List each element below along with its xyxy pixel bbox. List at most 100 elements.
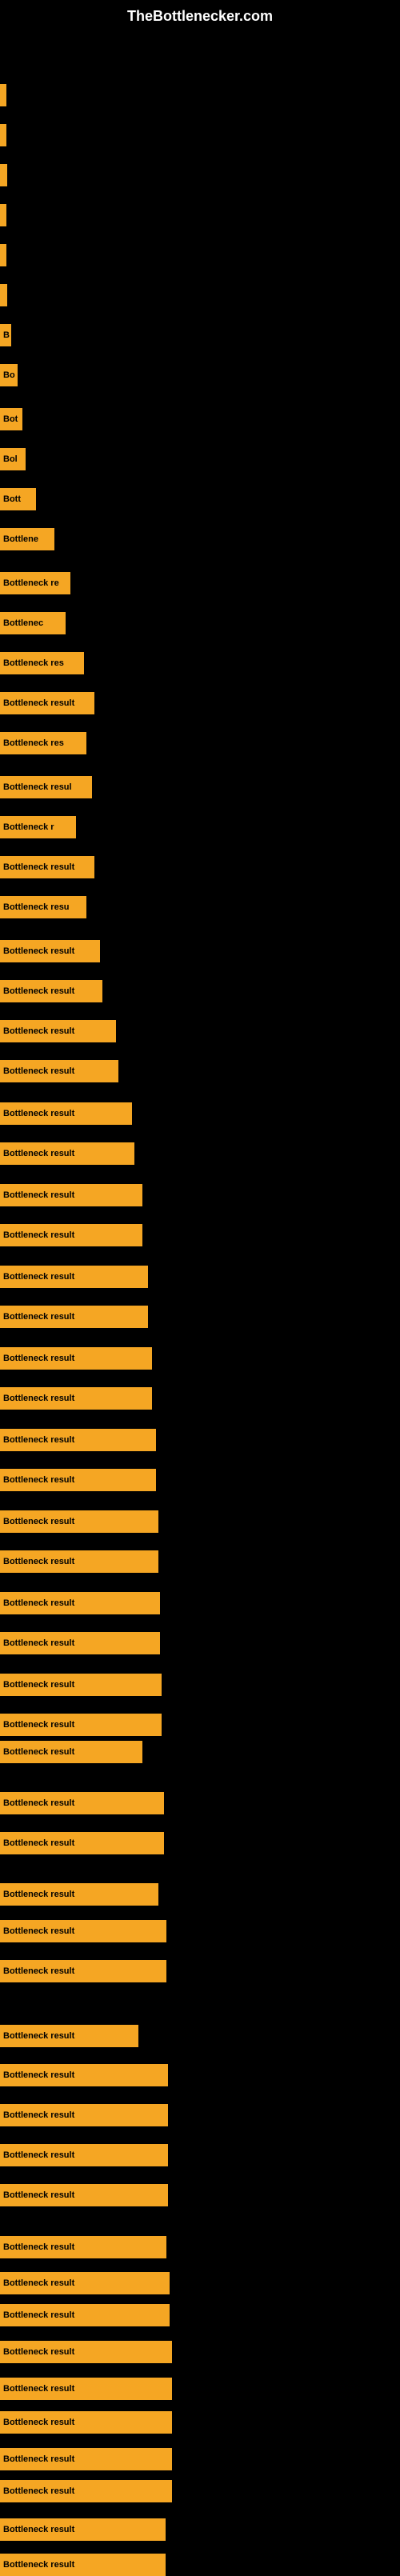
bar-item: Bottleneck result (0, 2304, 170, 2326)
bar-item: Bottleneck res (0, 732, 86, 754)
result-bar: Bottleneck result (0, 2411, 172, 2434)
result-bar: Bottleneck result (0, 2236, 166, 2258)
bar-item: Bottleneck result (0, 2518, 166, 2541)
result-bar: Bottleneck result (0, 1920, 166, 1942)
bar-item: Bottleneck resul (0, 776, 92, 798)
result-bar: Bottleneck result (0, 2448, 172, 2470)
bar-item: Bol (0, 448, 26, 470)
bar-item: Bottleneck r (0, 816, 76, 838)
bar-item: Bottleneck result (0, 1592, 160, 1614)
bar-item (0, 124, 6, 146)
result-bar: Bottleneck result (0, 1469, 156, 1491)
bar-item: Bottleneck result (0, 1469, 156, 1491)
bar-item: Bottleneck result (0, 1387, 152, 1410)
bar-item: Bottleneck result (0, 2025, 138, 2047)
result-bar: Bott (0, 488, 36, 510)
result-bar: Bottleneck result (0, 1266, 148, 1288)
bar-item: Bottleneck result (0, 2064, 168, 2086)
result-bar: Bottleneck res (0, 652, 84, 674)
bar-item: Bottleneck result (0, 2378, 172, 2400)
bar-item: Bottleneck result (0, 980, 102, 1002)
bar-item: Bottleneck result (0, 1060, 118, 1082)
bar-item: Bottleneck result (0, 1142, 134, 1165)
bar-item: Bottleneck result (0, 2448, 172, 2470)
result-bar: Bottleneck result (0, 2144, 168, 2166)
result-bar: Bottleneck result (0, 980, 102, 1002)
bar-item: Bottleneck res (0, 652, 84, 674)
bar-item: Bot (0, 408, 22, 430)
result-bar: Bottleneck result (0, 1550, 158, 1573)
result-bar: Bottleneck result (0, 856, 94, 878)
result-bar: Bottleneck re (0, 572, 70, 594)
bar-item: Bottleneck result (0, 2272, 170, 2294)
result-bar: Bottleneck result (0, 1592, 160, 1614)
result-bar: Bottleneck result (0, 2341, 172, 2363)
bar-item: Bottleneck result (0, 692, 94, 714)
result-bar: Bottleneck result (0, 1741, 142, 1763)
result-bar: Bottleneck result (0, 692, 94, 714)
result-bar: Bottleneck result (0, 2064, 168, 2086)
bar-item: Bottleneck result (0, 1741, 142, 1763)
bar-item: Bottleneck result (0, 2554, 166, 2576)
bar-item: Bottleneck result (0, 1510, 158, 1533)
bar-item (0, 244, 6, 266)
bar-item: Bottleneck result (0, 1832, 164, 1854)
bar-item: Bottleneck result (0, 1883, 158, 1906)
result-bar: Bottleneck result (0, 1060, 118, 1082)
result-bar: Bottleneck result (0, 2184, 168, 2206)
result-bar: Bottleneck result (0, 1632, 160, 1654)
bar-item: Bottleneck result (0, 2104, 168, 2126)
bar-item: Bottleneck result (0, 1224, 142, 1246)
bar-item: Bottleneck result (0, 1306, 148, 1328)
bar-item: Bottleneck result (0, 1550, 158, 1573)
bar-item: Bottleneck result (0, 1792, 164, 1814)
result-bar: Bottleneck resu (0, 896, 86, 918)
bar-item (0, 284, 7, 306)
bar-item: Bottlene (0, 528, 54, 550)
bar-item: Bottleneck resu (0, 896, 86, 918)
result-bar (0, 204, 6, 226)
result-bar: Bottleneck result (0, 2304, 170, 2326)
bar-item: Bottleneck result (0, 2236, 166, 2258)
result-bar: Bottleneck result (0, 1184, 142, 1206)
result-bar: Bottleneck result (0, 1674, 162, 1696)
result-bar: Bottleneck result (0, 1020, 116, 1042)
bar-item (0, 84, 6, 106)
result-bar (0, 124, 6, 146)
bar-item: Bo (0, 364, 18, 386)
result-bar: Bo (0, 364, 18, 386)
bar-item: Bottleneck result (0, 1429, 156, 1451)
result-bar: Bottleneck resul (0, 776, 92, 798)
result-bar: Bol (0, 448, 26, 470)
bar-item: Bottleneck result (0, 856, 94, 878)
result-bar (0, 244, 6, 266)
bar-item: Bottleneck re (0, 572, 70, 594)
result-bar (0, 164, 7, 186)
result-bar (0, 284, 7, 306)
bar-item: Bottleneck result (0, 2411, 172, 2434)
bar-item: Bottleneck result (0, 1184, 142, 1206)
bar-item: Bottleneck result (0, 2184, 168, 2206)
bar-item: Bottleneck result (0, 1632, 160, 1654)
bar-item: Bottleneck result (0, 2480, 172, 2502)
bar-item: Bottlenec (0, 612, 66, 634)
result-bar: Bot (0, 408, 22, 430)
result-bar: Bottleneck result (0, 1142, 134, 1165)
bar-item: Bottleneck result (0, 1920, 166, 1942)
bar-item: Bottleneck result (0, 1020, 116, 1042)
result-bar: Bottleneck result (0, 1102, 132, 1125)
result-bar: Bottleneck result (0, 2554, 166, 2576)
result-bar: B (0, 324, 11, 346)
result-bar: Bottleneck result (0, 1224, 142, 1246)
bar-item: Bottleneck result (0, 1266, 148, 1288)
bar-item: Bottleneck result (0, 1102, 132, 1125)
result-bar: Bottleneck result (0, 940, 100, 962)
bar-item (0, 204, 6, 226)
result-bar: Bottleneck result (0, 2518, 166, 2541)
result-bar (0, 84, 6, 106)
result-bar: Bottleneck r (0, 816, 76, 838)
result-bar: Bottleneck result (0, 1429, 156, 1451)
result-bar: Bottleneck result (0, 1883, 158, 1906)
bar-item: Bott (0, 488, 36, 510)
result-bar: Bottleneck result (0, 2104, 168, 2126)
